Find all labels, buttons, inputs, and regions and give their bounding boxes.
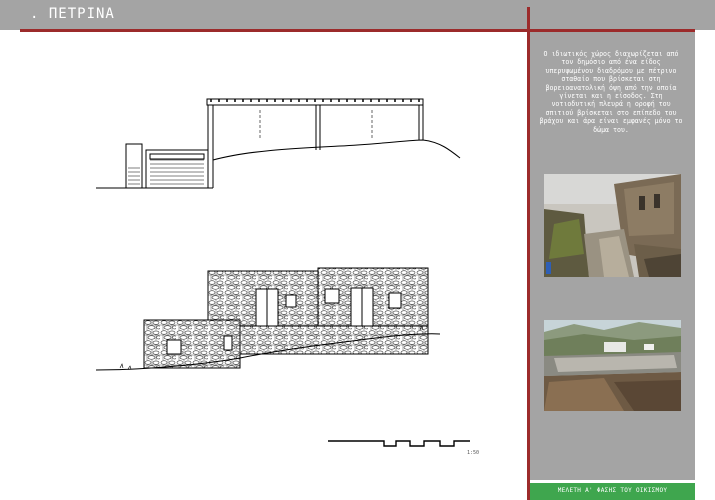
footer-band: ΜΕΛΕΤΗ Α' ΦΑΣΗΣ ΤΟΥ ΟΙΚΙΣΜΟΥ — [530, 483, 695, 500]
scale-label: 1:50 — [467, 450, 480, 456]
sidebar-description: Ο ιδιωτικός χώρος διαχωρίζεται από τον δ… — [539, 50, 683, 134]
photo-stone-house — [544, 174, 681, 277]
photo-roof-landscape — [544, 320, 681, 411]
section-drawing — [96, 98, 461, 189]
footer-label: ΜΕΛΕΤΗ Α' ΦΑΣΗΣ ΤΟΥ ΟΙΚΙΣΜΟΥ — [557, 487, 668, 494]
scale-bar — [328, 440, 470, 447]
architectural-drawing — [95, 98, 470, 447]
elevation-drawing — [95, 267, 441, 371]
